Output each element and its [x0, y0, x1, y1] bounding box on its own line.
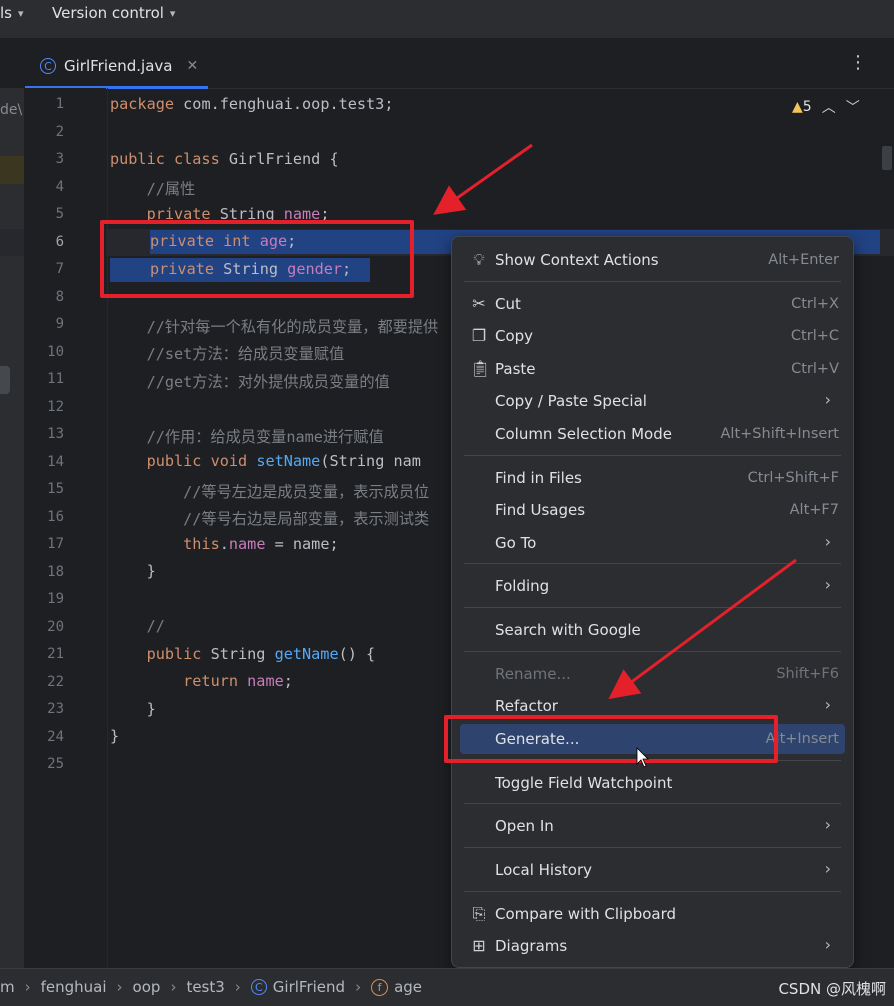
chevron-right-icon: › [355, 978, 362, 996]
chevron-right-icon: › [234, 978, 241, 996]
watermark: CSDN @风槐啊 [778, 980, 886, 998]
chevron-right-icon: › [116, 978, 123, 996]
breadcrumb-item-age[interactable]: age [394, 978, 422, 996]
arrow-to-fields [433, 143, 533, 215]
breadcrumb-item-test3[interactable]: test3 [186, 978, 224, 996]
class-icon: C [250, 979, 267, 995]
breadcrumb-item-oop[interactable]: oop [133, 978, 161, 996]
arrow-to-generate [608, 558, 797, 700]
breadcrumb: m › fenghuai › oop › test3 › C GirlFrien… [0, 978, 422, 996]
breadcrumb-item-girlfriend[interactable]: GirlFriend [273, 978, 345, 996]
breadcrumb-item-fenghuai[interactable]: fenghuai [41, 978, 107, 996]
chevron-right-icon: › [24, 978, 31, 996]
breadcrumb-item-module[interactable]: m [0, 978, 15, 996]
mouse-cursor-icon [636, 747, 649, 768]
field-icon: f [371, 978, 389, 996]
annotation-arrows [433, 143, 797, 768]
chevron-right-icon: › [170, 978, 177, 996]
